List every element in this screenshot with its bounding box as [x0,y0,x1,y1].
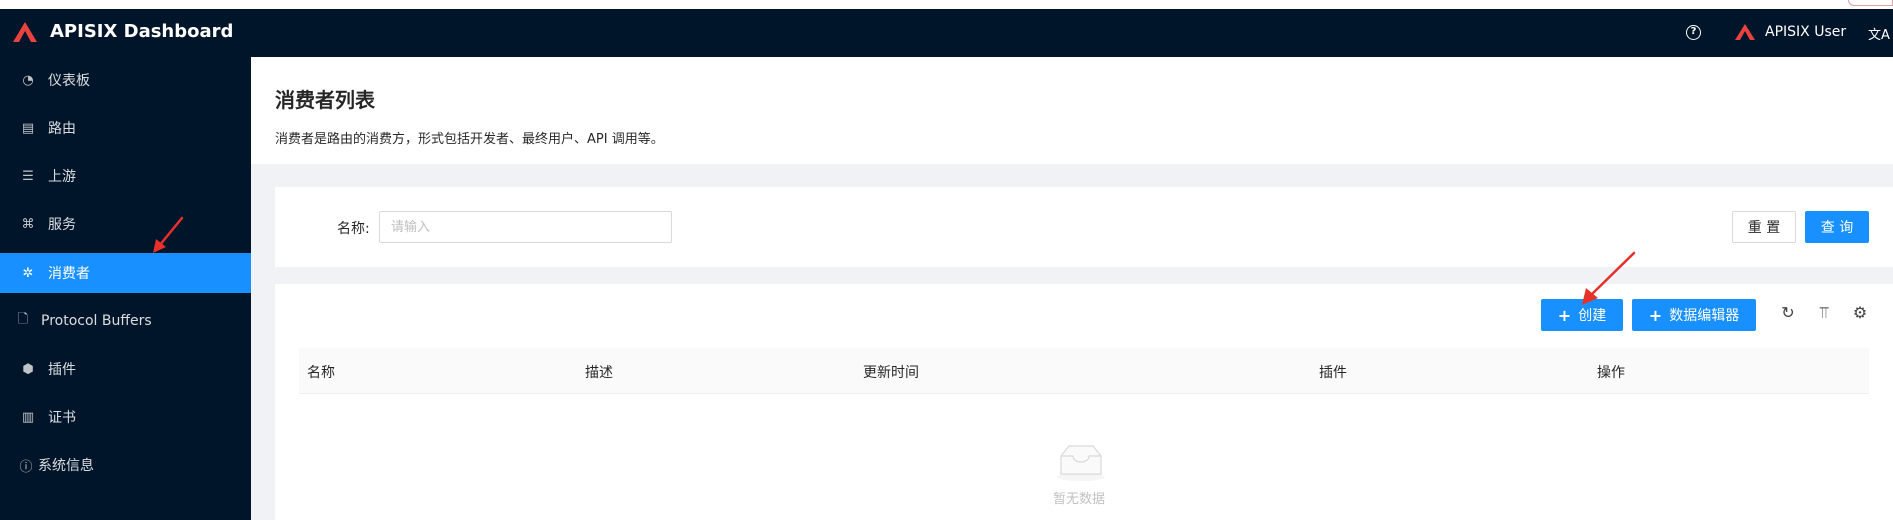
query-button[interactable]: 查 询 [1805,211,1869,243]
user-name[interactable]: APISIX User [1765,24,1846,40]
column-height-icon[interactable]: ⫪ [1815,304,1833,322]
page-title: 消费者列表 [275,88,375,112]
window-tab-edge [1848,0,1893,6]
reload-icon[interactable]: ↻ [1779,304,1797,322]
plus-icon: + [1648,305,1663,325]
upstream-icon: ☰ [22,168,34,184]
consumer-icon: ✲ [22,265,34,281]
route-icon: ▤ [21,120,35,136]
empty-state-text: 暂无数据 [1053,492,1106,507]
sidebar-item-protocol-buffers[interactable]: 🗋 Protocol Buffers [0,301,251,341]
data-editor-button-label: 数据编辑器 [1669,308,1740,324]
app-title[interactable]: APISIX Dashboard [50,21,233,42]
sidebar-item-certificates[interactable]: ▥ 证书 [0,397,251,437]
create-button-label: 创建 [1578,308,1607,324]
column-header-description: 描述 [585,365,613,381]
data-editor-button[interactable]: + 数据编辑器 [1632,299,1756,331]
sidebar-item-label: 证书 [48,410,76,426]
dashboard-icon: ◔ [22,72,34,88]
table-header: 名称 描述 更新时间 插件 操作 [299,348,1869,394]
column-header-name: 名称 [307,365,335,381]
setting-icon[interactable]: ⚙ [1851,304,1869,322]
name-filter-label: 名称: [337,221,370,237]
top-header: APISIX Dashboard ? APISIX User 文A [0,0,1893,57]
page-header: 消费者列表 消费者是路由的消费方，形式包括开发者、最终用户、API 调用等。 [251,57,1893,164]
user-avatar-icon[interactable] [1735,24,1755,40]
help-icon[interactable]: ? [1686,25,1701,40]
sidebar-item-label: 仪表板 [48,73,90,89]
sidebar-item-system-info[interactable]: ⓘ 系统信息 [0,445,251,485]
search-form: 名称: 重 置 查 询 [275,187,1893,267]
reset-button[interactable]: 重 置 [1732,211,1796,243]
page-description: 消费者是路由的消费方，形式包括开发者、最终用户、API 调用等。 [275,132,664,147]
column-header-update-time: 更新时间 [863,365,919,381]
service-icon: ⌘ [21,216,35,232]
certificate-icon: ▥ [21,409,35,425]
sidebar: ◔ 仪表板 ▤ 路由 ☰ 上游 ⌘ 服务 ✲ 消费者 🗋 Protocol Bu… [0,57,251,520]
sidebar-item-label: Protocol Buffers [41,313,152,329]
apisix-logo-icon[interactable] [13,22,37,42]
sidebar-item-label: 消费者 [48,266,90,282]
sidebar-item-label: 插件 [48,362,76,378]
column-header-actions: 操作 [1597,365,1625,381]
sidebar-item-label: 路由 [48,121,76,137]
consumer-table-card: + 创建 + 数据编辑器 ↻ ⫪ ⚙ 名称 描述 更新时间 插件 操作 暂无数据 [275,284,1893,520]
sidebar-item-plugins[interactable]: ⬢ 插件 [0,349,251,389]
window-top-strip [0,0,1893,9]
plus-icon: + [1557,305,1572,325]
sidebar-item-label: 上游 [48,169,76,185]
plugin-icon: ⬢ [22,361,34,377]
sidebar-item-routes[interactable]: ▤ 路由 [0,108,251,148]
info-icon: ⓘ [19,459,33,475]
column-header-plugins: 插件 [1319,365,1347,381]
create-button[interactable]: + 创建 [1541,299,1623,331]
sidebar-item-consumers[interactable]: ✲ 消费者 [0,253,251,293]
file-icon: 🗋 [17,312,29,327]
sidebar-item-upstream[interactable]: ☰ 上游 [0,156,251,196]
empty-inbox-icon [1057,445,1105,481]
sidebar-item-label: 服务 [48,217,76,233]
sidebar-item-services[interactable]: ⌘ 服务 [0,204,251,244]
sidebar-item-dashboard[interactable]: ◔ 仪表板 [0,60,251,100]
name-filter-input[interactable] [379,211,672,243]
sidebar-item-label: 系统信息 [38,458,94,474]
language-icon[interactable]: 文A [1868,24,1890,43]
